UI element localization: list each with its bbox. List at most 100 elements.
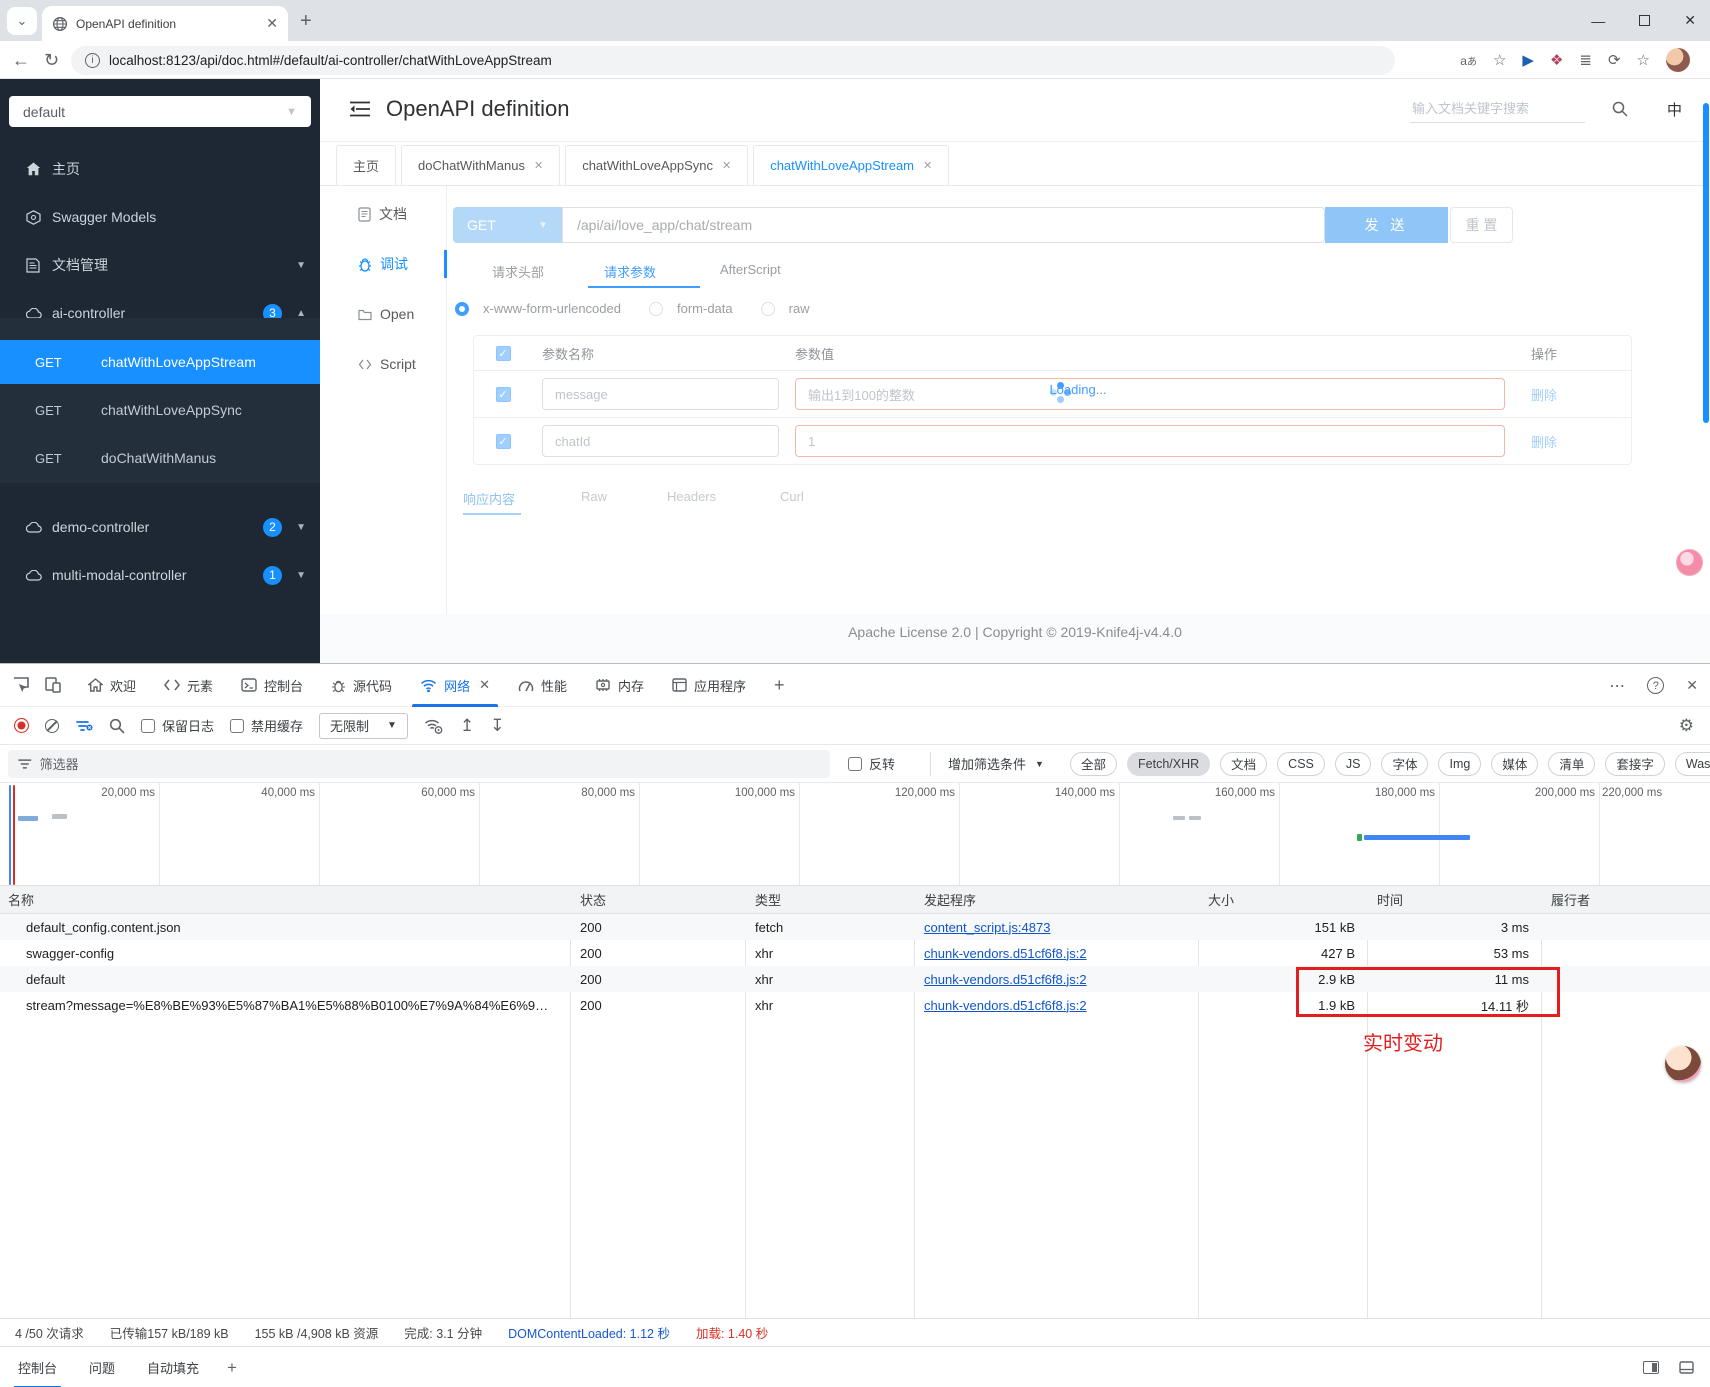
- chip-js[interactable]: JS: [1334, 751, 1372, 776]
- sidebar-item-swagger-models[interactable]: Swagger Models: [0, 195, 320, 239]
- send-button[interactable]: 发 送: [1325, 207, 1448, 243]
- close-icon[interactable]: ✕: [722, 159, 731, 172]
- doc-tab-doChatWithManus[interactable]: doChatWithManus ✕: [401, 145, 561, 185]
- language-toggle-button[interactable]: 中: [1667, 99, 1682, 120]
- preserve-log-checkbox[interactable]: [141, 718, 155, 733]
- tab-headers[interactable]: Headers: [667, 489, 716, 504]
- col-header-fulfilled-by[interactable]: 履行者: [1541, 890, 1710, 909]
- devtools-tab-sources[interactable]: 源代码: [317, 664, 406, 707]
- close-icon[interactable]: ✕: [923, 159, 932, 172]
- col-header-status[interactable]: 状态: [570, 890, 745, 909]
- translate-icon[interactable]: aあ: [1460, 53, 1477, 68]
- chip-fetch-xhr[interactable]: Fetch/XHR: [1127, 751, 1211, 776]
- disable-cache-checkbox[interactable]: [230, 718, 245, 733]
- request-initiator-link[interactable]: chunk-vendors.d51cf6f8.js:2: [924, 972, 1087, 987]
- reading-list-icon[interactable]: ≣: [1579, 51, 1592, 69]
- floating-helper-button[interactable]: [1676, 549, 1703, 576]
- collapse-sidebar-icon[interactable]: [350, 101, 370, 117]
- nav-item-debug[interactable]: 调试: [320, 246, 447, 282]
- delete-link[interactable]: 删除: [1531, 388, 1557, 403]
- radio-form-data[interactable]: [648, 301, 663, 316]
- import-har-icon[interactable]: ↥: [460, 716, 474, 736]
- drawer-tab-console[interactable]: 控制台: [6, 1347, 69, 1387]
- dock-side-icon[interactable]: [1643, 1361, 1659, 1374]
- row-checkbox[interactable]: ✓: [495, 386, 511, 402]
- search-icon[interactable]: [1612, 101, 1628, 117]
- drawer-more-tabs-button[interactable]: +: [219, 1358, 245, 1378]
- devtools-tab-network[interactable]: 网络 ✕: [406, 664, 504, 707]
- browser-tab[interactable]: OpenAPI definition ✕: [42, 6, 288, 41]
- sidebar-item-demo-controller[interactable]: demo-controller 2 ▼: [0, 505, 320, 549]
- drawer-tab-issues[interactable]: 问题: [77, 1347, 127, 1387]
- tab-close-icon[interactable]: ✕: [266, 15, 278, 32]
- param-name-input[interactable]: [542, 378, 779, 410]
- request-name[interactable]: default_config.content.json: [0, 920, 570, 935]
- row-checkbox[interactable]: ✓: [495, 433, 511, 449]
- devtools-tab-application[interactable]: 应用程序: [658, 664, 760, 707]
- device-toolbar-icon[interactable]: [44, 676, 62, 694]
- close-window-button[interactable]: ✕: [1684, 12, 1696, 29]
- tab-search-button[interactable]: ⌄: [7, 7, 37, 35]
- reload-icon[interactable]: ↻: [44, 49, 59, 71]
- chip-doc[interactable]: 文档: [1220, 751, 1268, 776]
- radio-raw[interactable]: [760, 301, 775, 316]
- chip-wasm[interactable]: Wasm: [1674, 751, 1710, 776]
- site-info-icon[interactable]: i: [85, 53, 100, 68]
- close-devtools-icon[interactable]: ✕: [1686, 677, 1698, 694]
- col-header-time[interactable]: 时间: [1367, 890, 1541, 909]
- disable-cache-option[interactable]: 禁用缓存: [230, 716, 303, 735]
- col-header-initiator[interactable]: 发起程序: [914, 890, 1198, 909]
- help-icon[interactable]: ?: [1647, 677, 1665, 694]
- devtools-tab-console[interactable]: 控制台: [227, 664, 317, 707]
- sidebar-item-doc-mgmt[interactable]: 文档管理 ▼: [0, 243, 320, 287]
- chip-media[interactable]: 媒体: [1491, 751, 1539, 776]
- close-icon[interactable]: ✕: [534, 159, 543, 172]
- tab-request-headers[interactable]: 请求头部: [492, 262, 544, 281]
- devtools-tab-elements[interactable]: 元素: [150, 664, 227, 707]
- filter-icon[interactable]: [75, 718, 93, 734]
- filter-input-wrap[interactable]: [8, 750, 830, 778]
- delete-link[interactable]: 删除: [1531, 435, 1557, 450]
- scrollbar-thumb[interactable]: [1703, 103, 1709, 423]
- request-initiator-link[interactable]: chunk-vendors.d51cf6f8.js:2: [924, 946, 1087, 961]
- col-header-type[interactable]: 类型: [745, 890, 914, 909]
- tab-response-content[interactable]: 响应内容: [463, 489, 515, 508]
- more-tabs-button[interactable]: +: [760, 664, 799, 707]
- filter-input[interactable]: [39, 756, 820, 772]
- chip-font[interactable]: 字体: [1381, 751, 1429, 776]
- chip-socket[interactable]: 套接字: [1605, 751, 1665, 776]
- network-conditions-icon[interactable]: [424, 718, 444, 734]
- col-header-size[interactable]: 大小: [1198, 890, 1367, 909]
- tab-afterscript[interactable]: AfterScript: [720, 262, 781, 277]
- radio-x-www-form-urlencoded[interactable]: [455, 301, 469, 316]
- request-name[interactable]: stream?message=%E8%BE%93%E5%87%BA1%E5%88…: [0, 998, 570, 1013]
- param-name-input[interactable]: [542, 425, 779, 457]
- chip-all[interactable]: 全部: [1070, 751, 1118, 776]
- nav-item-script[interactable]: Script: [320, 346, 447, 382]
- devtools-tab-welcome[interactable]: 欢迎: [74, 664, 150, 707]
- tab-request-params[interactable]: 请求参数: [604, 262, 656, 281]
- tab-raw[interactable]: Raw: [581, 489, 607, 504]
- drawer-tab-autofill[interactable]: 自动填充: [135, 1347, 211, 1387]
- favorites-icon[interactable]: ☆: [1637, 51, 1650, 69]
- param-value-input[interactable]: [795, 378, 1505, 410]
- api-item-chatWithLoveAppStream[interactable]: GET chatWithLoveAppStream: [0, 340, 320, 384]
- devtools-tab-memory[interactable]: 内存: [581, 664, 658, 707]
- doc-tab-chatWithLoveAppStream[interactable]: chatWithLoveAppStream ✕: [753, 145, 950, 185]
- invert-checkbox[interactable]: [848, 756, 862, 771]
- request-initiator-link[interactable]: content_script.js:4873: [924, 920, 1050, 935]
- request-url-input[interactable]: [562, 207, 1325, 243]
- extension-play-icon[interactable]: ▶: [1522, 51, 1534, 69]
- select-all-checkbox[interactable]: ✓: [495, 345, 511, 361]
- request-name[interactable]: default: [0, 972, 570, 987]
- doc-tab-home[interactable]: 主页: [336, 145, 397, 185]
- chip-css[interactable]: CSS: [1277, 751, 1325, 776]
- add-filter-condition[interactable]: 增加筛选条件 ▼: [948, 754, 1044, 773]
- method-select[interactable]: GET ▼: [453, 207, 562, 243]
- record-icon[interactable]: [14, 718, 29, 733]
- sidebar-item-multi-modal-controller[interactable]: multi-modal-controller 1 ▼: [0, 553, 320, 597]
- table-row[interactable]: swagger-config 200 xhr chunk-vendors.d51…: [0, 940, 1710, 966]
- bookmark-star-icon[interactable]: ☆: [1493, 51, 1506, 69]
- devtools-more-icon[interactable]: ⋯: [1609, 676, 1625, 696]
- nav-item-doc[interactable]: 文档: [320, 196, 447, 232]
